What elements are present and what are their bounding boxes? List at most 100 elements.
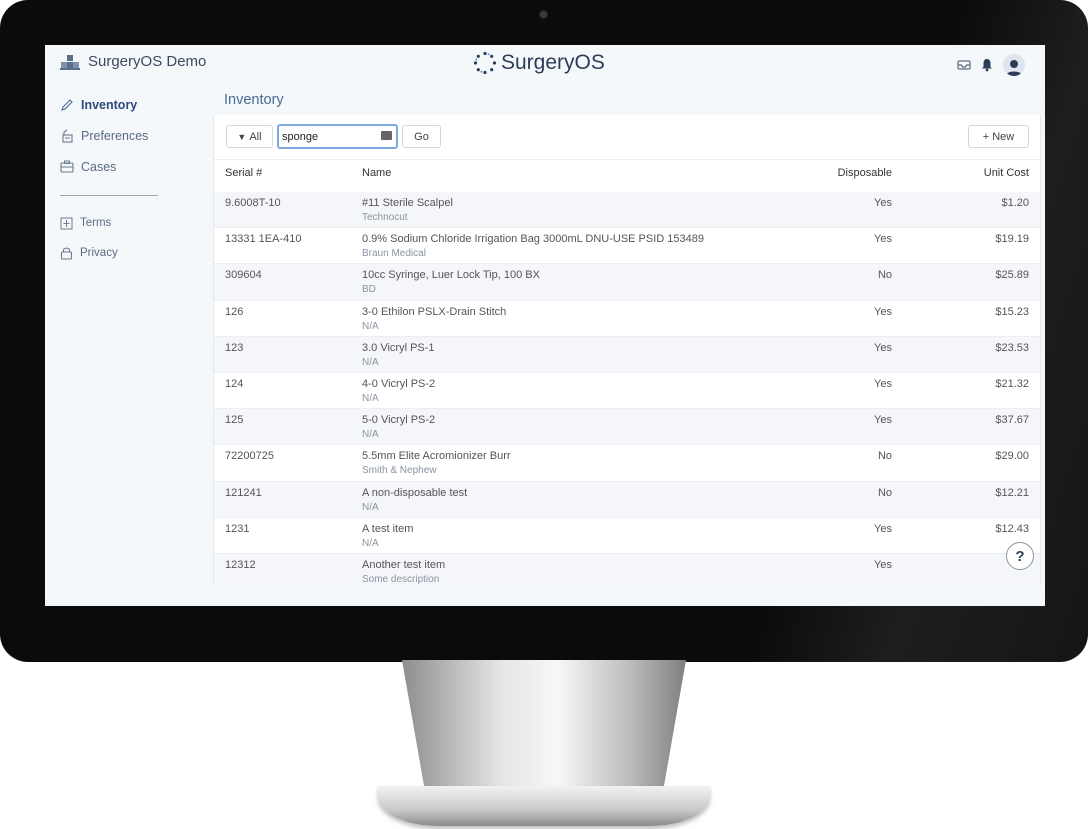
serial-cell: 1231 <box>225 522 250 535</box>
unit-cost-cell: $23.53 <box>995 341 1029 354</box>
serial-cell: 9.6008T-10 <box>225 197 281 209</box>
name-cell: 3-0 Ethilon PSLX-Drain Stitch N/A <box>362 306 506 332</box>
serial-cell: 309604 <box>225 269 262 282</box>
table-row[interactable]: 1231 A test item N/A Yes $12.43 <box>214 518 1040 554</box>
keyboard-icon[interactable] <box>381 131 392 140</box>
help-button[interactable]: ? <box>1006 542 1034 570</box>
brand-name: SurgeryOS Demo <box>88 53 207 70</box>
name-cell: 10cc Syringe, Luer Lock Tip, 100 BX BD <box>362 269 540 295</box>
disposable-cell: Yes <box>874 377 892 390</box>
table-row[interactable]: 13331 1EA-410 0.9% Sodium Chloride Irrig… <box>214 228 1040 265</box>
name-cell: 3.0 Vicryl PS-1 N/A <box>362 342 435 368</box>
item-name: #11 Sterile Scalpel <box>362 197 453 209</box>
item-name: 3.0 Vicryl PS-1 <box>362 341 435 354</box>
unit-cost-cell: $25.89 <box>995 269 1029 282</box>
name-cell: 5-0 Vicryl PS-2 N/A <box>362 414 435 440</box>
table-row[interactable]: 72200725 5.5mm Elite Acromionizer Burr Sm… <box>214 445 1040 482</box>
serial-cell: 123 <box>225 341 244 354</box>
serial-cell: 13331 1EA-410 <box>225 233 302 246</box>
sidebar-item-cases[interactable]: Cases <box>60 151 210 182</box>
item-vendor: N/A <box>362 320 379 332</box>
sidebar-item-preferences[interactable]: Preferences <box>60 120 210 151</box>
name-cell: 5.5mm Elite Acromionizer Burr Smith & Nep… <box>362 450 511 476</box>
item-name: 5.5mm Elite Acromionizer Burr <box>362 450 511 463</box>
disposable-cell: Yes <box>874 522 892 535</box>
top-icons <box>957 54 1025 76</box>
column-header-disposable[interactable]: Disposable <box>838 167 892 179</box>
search-box <box>277 124 398 149</box>
pencil-icon <box>61 98 73 111</box>
inventory-card: ▼ All Go + New Serial # Name Disposable … <box>213 115 1041 585</box>
table-row[interactable]: 9.6008T-10 #11 Sterile Scalpel Technocut … <box>214 192 1040 229</box>
item-vendor: N/A <box>362 429 379 441</box>
lock-icon <box>60 247 73 260</box>
unit-cost-cell: $15.23 <box>995 305 1029 318</box>
filter-all-button[interactable]: ▼ All <box>226 125 273 148</box>
inbox-icon[interactable] <box>957 59 971 71</box>
disposable-cell: Yes <box>874 305 892 318</box>
item-vendor: Some description <box>362 573 440 585</box>
new-item-label: New <box>992 130 1015 143</box>
unit-cost-cell: $12.43 <box>995 522 1029 535</box>
table-row[interactable]: 12312 Another test item Some description … <box>214 553 1040 585</box>
plus-icon: + <box>982 130 990 143</box>
sidebar-item-label: Cases <box>81 159 117 174</box>
bell-icon[interactable] <box>981 58 993 72</box>
sidebar-item-label: Privacy <box>80 247 118 259</box>
name-cell: Another test item Some description <box>362 559 445 585</box>
go-button[interactable]: Go <box>402 125 441 148</box>
disposable-cell: No <box>877 450 892 463</box>
name-cell: #11 Sterile Scalpel Technocut <box>362 197 453 223</box>
disposable-cell: Yes <box>874 558 892 571</box>
item-name: 5-0 Vicryl PS-2 <box>362 414 436 427</box>
filter-icon: ▼ <box>237 131 247 142</box>
top-bar: SurgeryOS Demo SurgeryOS <box>45 45 1045 89</box>
disposable-cell: No <box>877 486 892 499</box>
item-name: Another test item <box>362 558 446 571</box>
table-row[interactable]: 309604 10cc Syringe, Luer Lock Tip, 100 … <box>214 264 1040 301</box>
table-row[interactable]: 123 3.0 Vicryl PS-1 N/A Yes $23.53 <box>214 336 1040 373</box>
table-row[interactable]: 126 3-0 Ethilon PSLX-Drain Stitch N/A Yes… <box>214 301 1040 337</box>
camera-dot <box>540 11 547 18</box>
serial-cell: 124 <box>225 377 244 390</box>
sidebar-item-privacy[interactable]: Privacy <box>60 238 210 268</box>
sidebar-item-terms[interactable]: Terms <box>60 208 210 238</box>
table-row[interactable]: 124 4-0 Vicryl PS-2 N/A Yes $21.32 <box>214 373 1040 410</box>
column-header-unit-cost[interactable]: Unit Cost <box>984 167 1029 179</box>
terms-icon <box>60 217 73 229</box>
table-row[interactable]: 121241 A non-disposable test N/A No $12.2… <box>214 481 1040 518</box>
brand[interactable]: SurgeryOS Demo <box>60 53 206 70</box>
sidebar-item-label: Preferences <box>81 128 149 143</box>
sidebar-item-inventory[interactable]: Inventory <box>60 89 210 120</box>
item-vendor: N/A <box>362 392 379 404</box>
serial-cell: 72200725 <box>225 450 274 463</box>
item-vendor: Technocut <box>362 212 408 223</box>
item-name: 3-0 Ethilon PSLX-Drain Stitch <box>362 305 507 318</box>
app-screen: SurgeryOS Demo SurgeryOS Inventory Prefe… <box>45 45 1045 606</box>
column-header-name[interactable]: Name <box>362 167 391 179</box>
new-item-button[interactable]: + New <box>968 125 1029 148</box>
boxes-icon <box>60 54 80 70</box>
unit-cost-cell: $29.00 <box>995 450 1029 463</box>
sidebar-divider <box>60 195 158 196</box>
item-name: A test item <box>362 522 414 535</box>
item-vendor: N/A <box>362 356 379 368</box>
name-cell: A test item N/A <box>362 523 413 549</box>
item-name: 10cc Syringe, Luer Lock Tip, 100 BX <box>362 269 540 282</box>
unit-cost-cell: $12.21 <box>995 486 1029 499</box>
monitor-stand-base <box>378 786 710 826</box>
item-name: A non-disposable test <box>362 486 468 499</box>
item-name: 0.9% Sodium Chloride Irrigation Bag 3000… <box>362 233 704 246</box>
column-header-serial[interactable]: Serial # <box>225 167 262 179</box>
disposable-cell: Yes <box>874 233 892 246</box>
user-avatar-icon[interactable] <box>1003 54 1025 76</box>
disposable-cell: Yes <box>874 414 892 427</box>
item-name: 4-0 Vicryl PS-2 <box>362 377 436 390</box>
name-cell: 0.9% Sodium Chloride Irrigation Bag 3000… <box>362 233 704 259</box>
item-vendor: N/A <box>362 537 379 549</box>
table-row[interactable]: 125 5-0 Vicryl PS-2 N/A Yes $37.67 <box>214 409 1040 446</box>
logo-ring-icon <box>473 51 497 75</box>
search-input[interactable] <box>282 128 378 145</box>
inventory-toolbar: ▼ All Go + New <box>214 115 1040 160</box>
disposable-cell: Yes <box>874 197 892 209</box>
